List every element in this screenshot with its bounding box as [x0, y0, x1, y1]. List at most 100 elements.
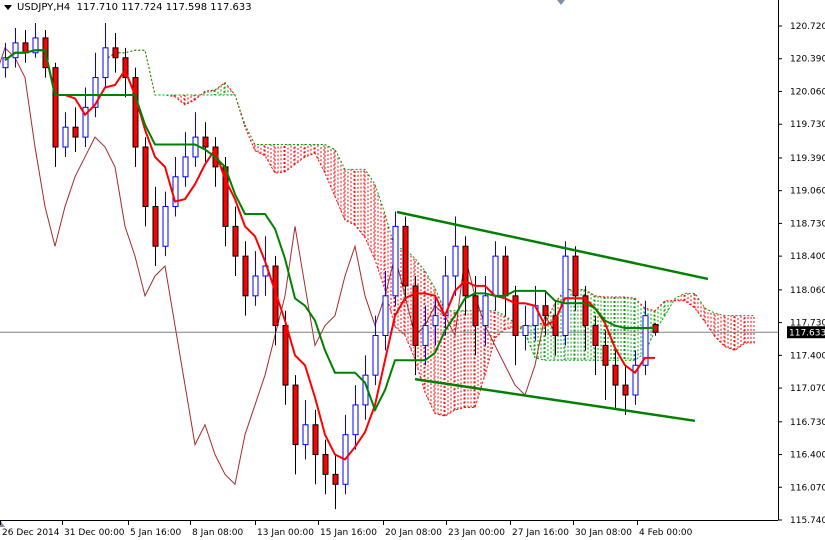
upper-channel-trendline: [396, 210, 709, 281]
x-tick-label: 31 Dec 00:00: [64, 528, 125, 538]
x-tick-label: 30 Jan 08:00: [575, 528, 632, 538]
candle-body: [252, 275, 259, 297]
x-tick-label: 23 Jan 00:00: [448, 528, 505, 538]
x-tick-label: 27 Jan 16:00: [512, 528, 569, 538]
candle-body: [112, 47, 119, 59]
candle-body: [372, 334, 379, 376]
candle: [112, 32, 119, 73]
candle: [242, 241, 249, 316]
candle: [72, 107, 79, 152]
candle: [192, 112, 199, 167]
candle: [392, 211, 399, 306]
candle-body: [482, 295, 489, 327]
y-tick-label: 118.730: [790, 219, 825, 229]
candle-body: [492, 255, 499, 297]
candle-body: [592, 325, 599, 346]
candle-body: [502, 255, 509, 297]
x-tick-label: 5 Jan 16:00: [130, 528, 182, 538]
candle-body: [192, 136, 199, 158]
y-tick-label: 117.070: [790, 384, 825, 394]
x-tick-label: 13 Jan 00:00: [257, 528, 314, 538]
candle-body: [292, 384, 299, 446]
candle-body: [72, 126, 79, 138]
candle-body: [102, 47, 109, 79]
y-tick-label: 119.390: [790, 154, 825, 164]
candle: [22, 29, 29, 63]
y-tick-label: 119.730: [790, 120, 825, 130]
symbol-label: USDJPY,H4: [17, 2, 71, 13]
candle: [102, 23, 109, 88]
candle-body: [232, 225, 239, 257]
candle-body: [402, 225, 409, 287]
candle: [312, 409, 319, 485]
candle: [622, 365, 629, 415]
candle: [62, 112, 69, 157]
dropdown-triangle-icon[interactable]: [4, 4, 12, 10]
candle: [152, 186, 159, 267]
candle: [142, 137, 149, 227]
price-chart[interactable]: 120.720 120.390 120.060 119.730 119.390 119.0…: [0, 0, 825, 540]
candle: [332, 454, 339, 510]
candle-body: [62, 126, 69, 148]
chart-header: USDJPY,H4 117.710 117.724 117.598 117.63…: [4, 2, 252, 13]
candle-body: [432, 315, 439, 327]
senkou-span-a-line: [104, 49, 755, 417]
x-tick-label: 26 Dec 2014: [2, 528, 60, 538]
candle-body: [312, 424, 319, 456]
candle-body: [452, 245, 459, 277]
candle-body: [542, 305, 549, 317]
candle: [522, 305, 529, 351]
candle: [32, 23, 39, 58]
candle: [612, 350, 619, 410]
y-tick-label: 116.400: [790, 451, 825, 461]
candle: [322, 439, 329, 495]
candle: [82, 87, 89, 148]
lower-channel-trendline: [414, 377, 696, 423]
x-tick-label: 20 Jan 08:00: [385, 528, 442, 538]
candle: [472, 275, 479, 356]
candle-body: [182, 156, 189, 178]
ichimoku-cloud: [167, 82, 755, 417]
candle-body: [522, 325, 529, 336]
candle: [582, 285, 589, 351]
candle: [652, 323, 659, 336]
candle-body: [302, 424, 309, 446]
candle: [92, 52, 99, 118]
candle-body: [472, 295, 479, 327]
candle: [572, 246, 579, 311]
candle: [162, 191, 169, 257]
candle-body: [352, 404, 359, 436]
candle-body: [462, 245, 469, 297]
candle-body: [52, 67, 59, 148]
candle-body: [562, 255, 569, 336]
candle-body: [132, 77, 139, 148]
chart-window[interactable]: 120.720 120.390 120.060 119.730 119.390 119.0…: [0, 0, 825, 540]
candle: [202, 122, 209, 162]
candle: [232, 206, 239, 276]
y-tick-label: 118.400: [790, 252, 825, 262]
candle: [502, 246, 509, 316]
y-tick-label: 115.740: [790, 516, 825, 526]
candle-body: [332, 473, 339, 485]
y-tick-label: 116.070: [790, 483, 825, 493]
y-tick-label: 117.400: [790, 351, 825, 361]
candle-body: [322, 454, 329, 475]
candle: [132, 67, 139, 167]
current-price-label: 117.633: [789, 329, 825, 339]
candle: [562, 241, 569, 346]
candle: [342, 414, 349, 495]
ohlc-readout: 117.710 117.724 117.598 117.633: [76, 2, 252, 13]
x-tick-label: 15 Jan 16:00: [320, 528, 377, 538]
candle-body: [572, 255, 579, 297]
candle-body: [422, 325, 429, 346]
candle-body: [242, 255, 249, 297]
candle: [402, 216, 409, 301]
x-tick-label: 4 Feb 00:00: [639, 528, 693, 538]
candle: [302, 399, 309, 460]
candle: [452, 216, 459, 296]
candle-body: [392, 225, 399, 297]
candle: [512, 285, 519, 366]
tenkan-sen-line: [4, 49, 655, 461]
candle-body: [202, 136, 209, 148]
y-tick-label: 116.730: [790, 418, 825, 428]
